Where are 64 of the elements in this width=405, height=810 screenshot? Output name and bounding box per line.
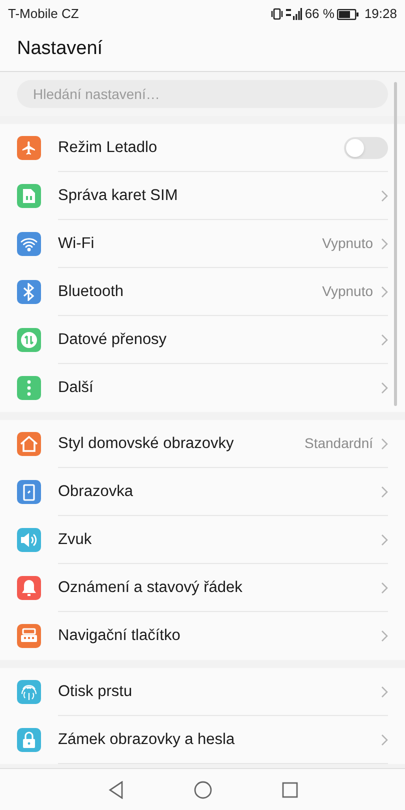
- battery-icon: [337, 8, 360, 20]
- settings-row[interactable]: Navigační tlačítko: [0, 612, 405, 660]
- chevron-right-icon: [381, 438, 388, 450]
- wifi-icon: [20, 236, 38, 252]
- sim-card-icon: [22, 188, 36, 204]
- setting-label: Správa karet SIM: [58, 186, 178, 206]
- padlock-icon: [22, 731, 36, 749]
- setting-label: Další: [58, 378, 94, 398]
- setting-label: Otisk prstu: [58, 682, 132, 702]
- back-icon[interactable]: [108, 780, 124, 798]
- settings-row[interactable]: Obrazovka: [0, 468, 405, 516]
- more-dots-icon: [27, 380, 31, 396]
- airplane-icon: [21, 140, 37, 156]
- settings-row[interactable]: Režim Letadlo: [0, 124, 405, 172]
- setting-label: Styl domovské obrazovky: [58, 434, 234, 454]
- setting-value: Standardní: [304, 434, 373, 453]
- toggle-switch[interactable]: [344, 136, 388, 158]
- setting-label: Bluetooth: [58, 282, 124, 302]
- chevron-right-icon: [381, 334, 388, 346]
- signal-icon: [286, 8, 302, 20]
- settings-row[interactable]: Další: [0, 364, 405, 412]
- speaker-icon: [20, 532, 38, 548]
- settings-row[interactable]: Správa karet SIM: [0, 172, 405, 220]
- carrier-name: T-Mobile CZ: [8, 5, 79, 24]
- vibrate-icon: [270, 8, 283, 20]
- chevron-right-icon: [381, 534, 388, 546]
- chevron-right-icon: [381, 382, 388, 394]
- search-field[interactable]: Hledání nastavení…: [17, 80, 388, 108]
- setting-label: Zámek obrazovky a hesla: [58, 730, 235, 750]
- battery-percent: 66 %: [304, 5, 334, 24]
- chevron-right-icon: [381, 734, 388, 746]
- setting-label: Zvuk: [58, 530, 92, 550]
- chevron-right-icon: [381, 286, 388, 298]
- chevron-right-icon: [381, 582, 388, 594]
- setting-label: Režim Letadlo: [58, 138, 158, 158]
- page-title: Nastavení: [17, 37, 103, 62]
- clock-time: 19:28: [364, 5, 397, 24]
- screen-icon: [23, 484, 35, 500]
- setting-label: Datové přenosy: [58, 330, 167, 350]
- settings-row[interactable]: Bluetooth Vypnuto: [0, 268, 405, 316]
- chevron-right-icon: [381, 686, 388, 698]
- settings-row[interactable]: Styl domovské obrazovky Standardní: [0, 420, 405, 468]
- settings-row[interactable]: Wi-Fi Vypnuto: [0, 220, 405, 268]
- home-circle-icon[interactable]: [194, 780, 212, 798]
- chevron-right-icon: [381, 238, 388, 250]
- home-icon: [20, 436, 38, 452]
- settings-row[interactable]: Zvuk: [0, 516, 405, 564]
- bell-icon: [21, 579, 37, 597]
- setting-label: Navigační tlačítko: [58, 626, 180, 646]
- setting-label: Obrazovka: [58, 482, 133, 502]
- setting-label: Oznámení a stavový řádek: [58, 578, 242, 598]
- setting-value: Vypnuto: [322, 282, 373, 301]
- setting-label: Wi-Fi: [58, 234, 94, 254]
- keyboard-icon: [20, 628, 38, 644]
- settings-row[interactable]: Zámek obrazovky a hesla: [0, 716, 405, 764]
- chevron-right-icon: [381, 486, 388, 498]
- chevron-right-icon: [381, 190, 388, 202]
- recent-apps-icon[interactable]: [282, 782, 298, 798]
- setting-value: Vypnuto: [322, 234, 373, 253]
- settings-row[interactable]: Otisk prstu: [0, 668, 405, 716]
- settings-row[interactable]: Oznámení a stavový řádek: [0, 564, 405, 612]
- bluetooth-icon: [23, 283, 35, 301]
- chevron-right-icon: [381, 630, 388, 642]
- settings-row[interactable]: Datové přenosy: [0, 316, 405, 364]
